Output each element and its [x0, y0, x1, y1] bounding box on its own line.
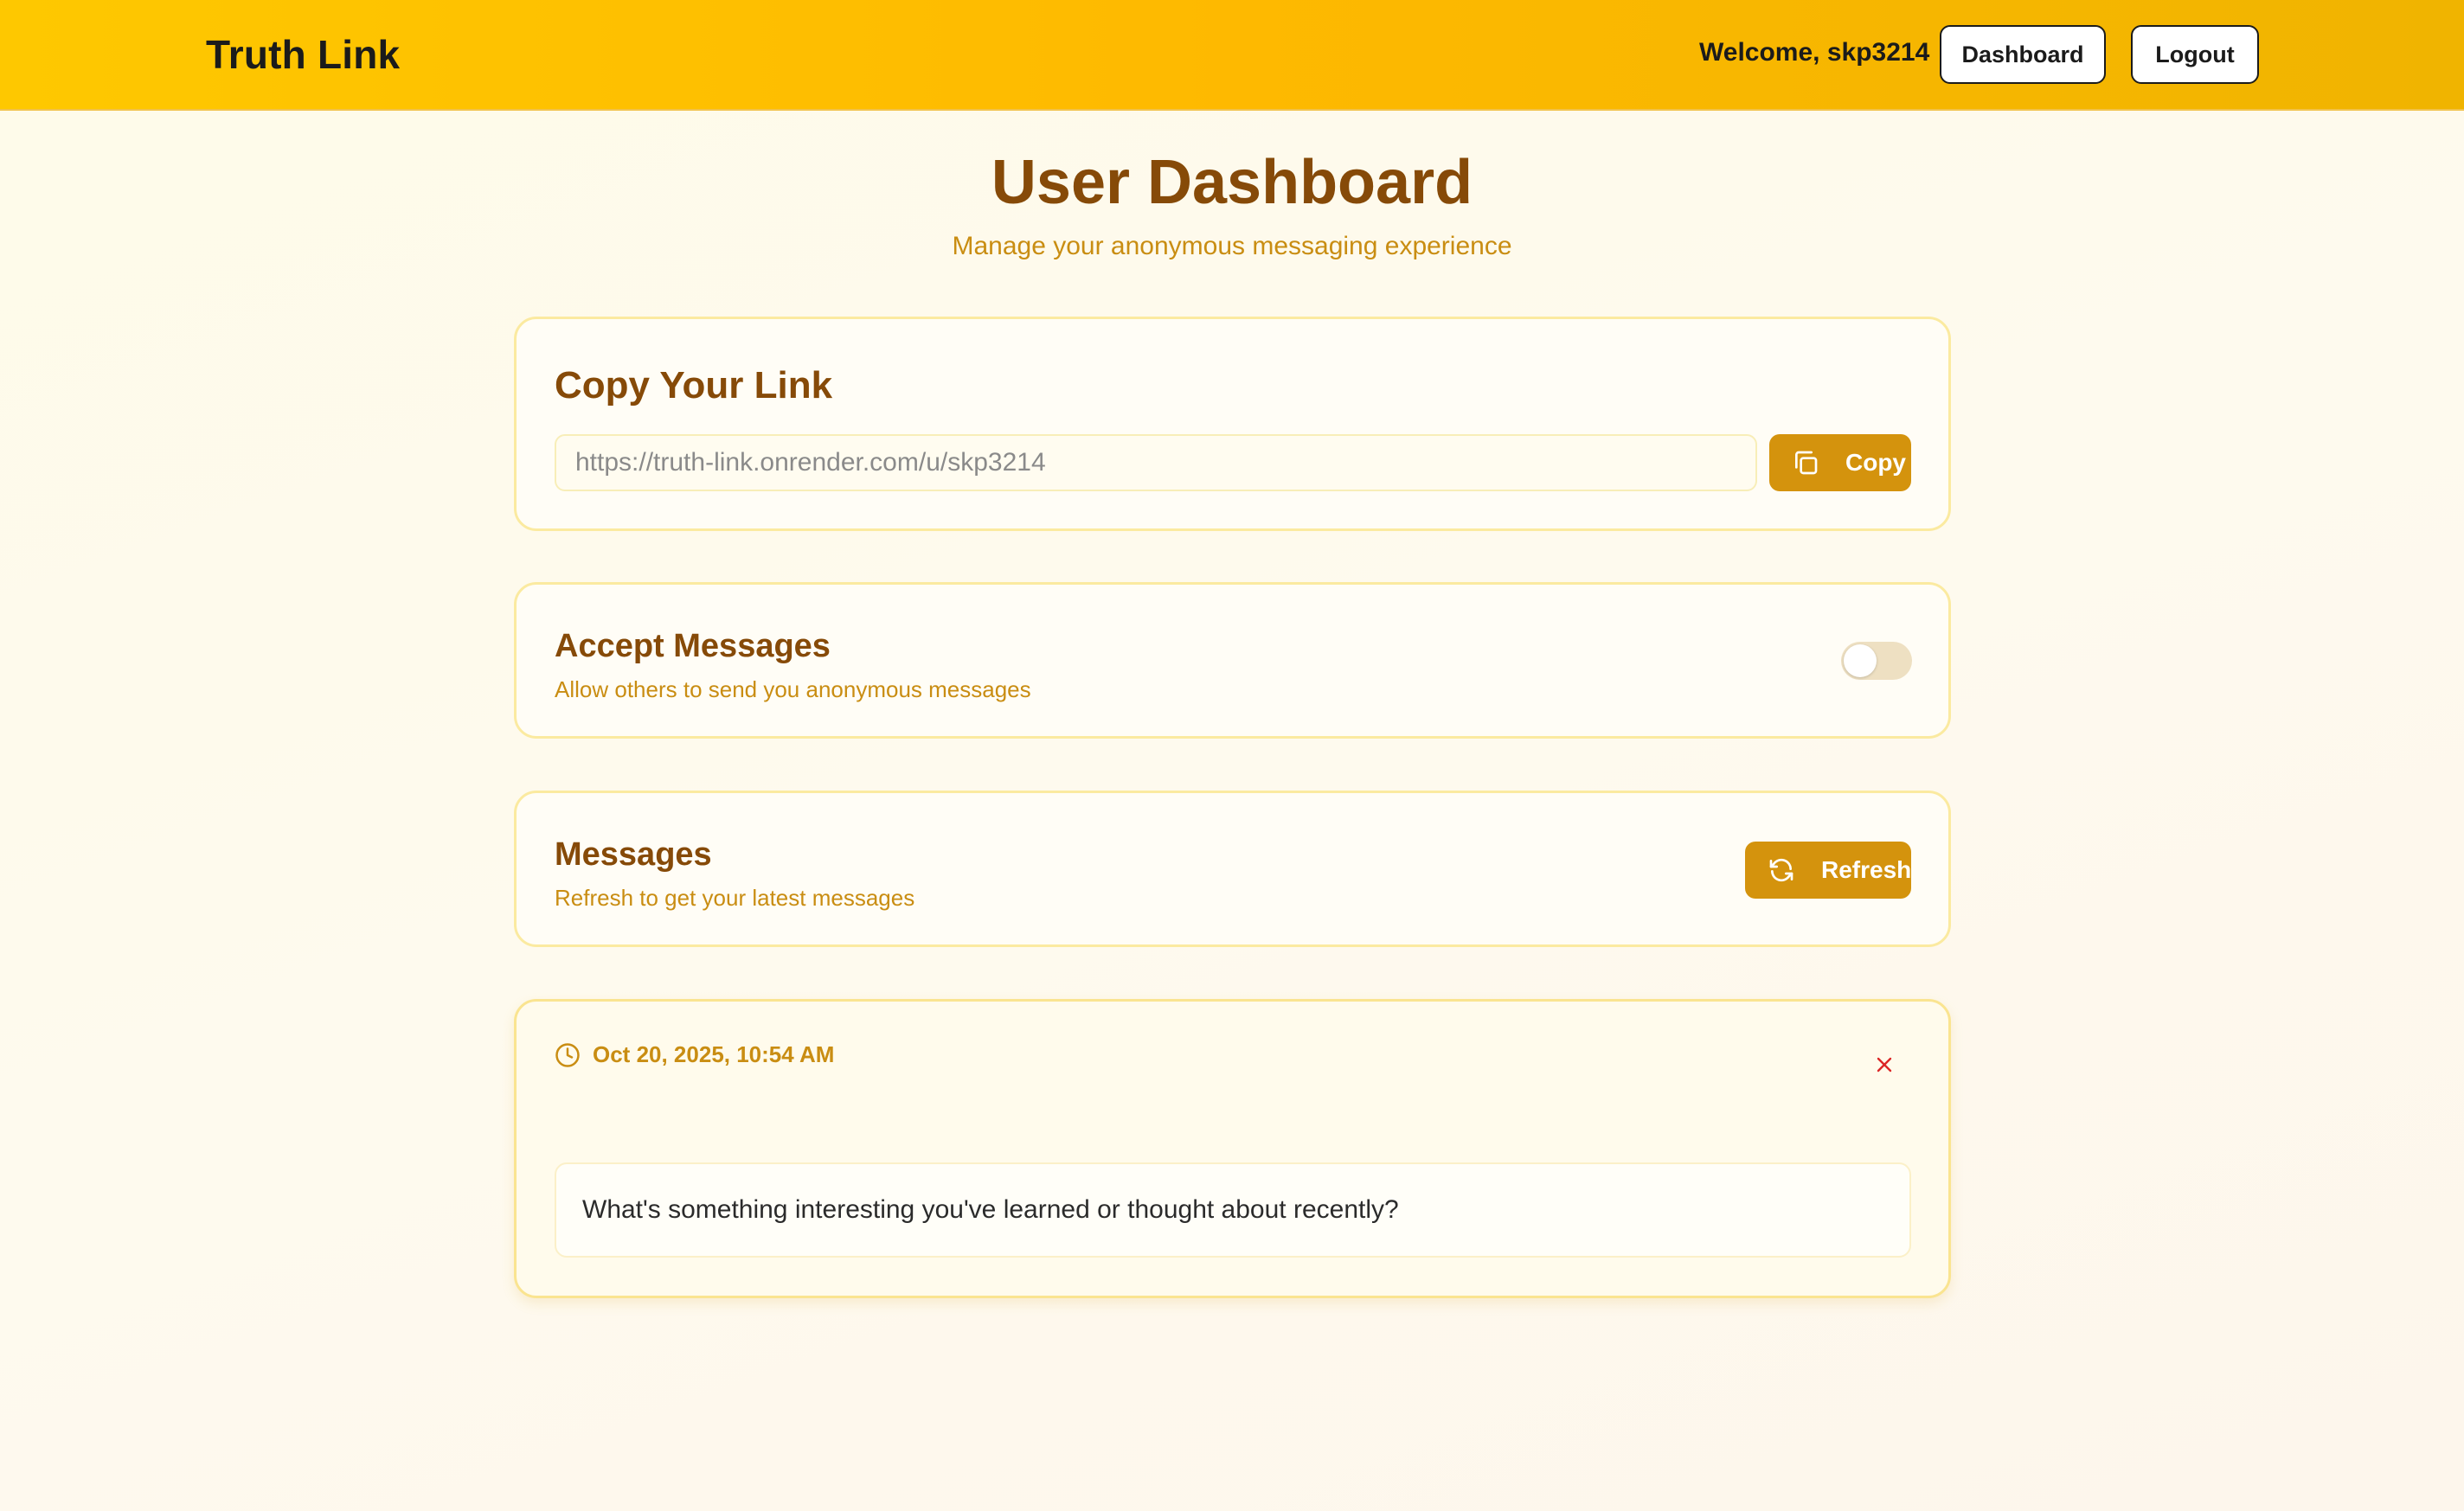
refresh-button-label: Refresh [1821, 856, 1912, 883]
copy-icon [1795, 451, 1818, 475]
copy-button-label: Copy [1845, 449, 1906, 476]
page-title: User Dashboard [991, 148, 1473, 217]
messages-title: Messages [555, 836, 712, 873]
message-text: What's something interesting you've lear… [582, 1195, 1399, 1224]
messages-card: Messages Refresh to get your latest mess… [514, 791, 1951, 947]
welcome-text: Welcome, skp3214 [1699, 38, 1930, 67]
message-meta: Oct 20, 2025, 10:54 AM [555, 1041, 834, 1068]
refresh-icon [1769, 858, 1793, 882]
toggle-knob [1844, 644, 1877, 677]
close-icon [1877, 1057, 1892, 1072]
message-date: Oct 20, 2025, 10:54 AM [593, 1041, 835, 1067]
profile-link-input[interactable] [555, 434, 1757, 491]
dashboard-button[interactable]: Dashboard [1940, 25, 2106, 84]
top-navbar: Truth Link Welcome, skp3214 Dashboard Lo… [0, 0, 2464, 111]
copy-link-heading: Copy Your Link [555, 364, 833, 407]
page-subtitle: Manage your anonymous messaging experien… [952, 232, 1512, 260]
delete-message-button[interactable] [1871, 1052, 1897, 1078]
messages-description: Refresh to get your latest messages [555, 885, 915, 911]
copy-button[interactable]: Copy [1769, 434, 1911, 491]
accept-messages-card: Accept Messages Allow others to send you… [514, 582, 1951, 739]
brand-logo-text[interactable]: Truth Link [206, 31, 400, 78]
accept-messages-description: Allow others to send you anonymous messa… [555, 676, 1031, 702]
message-content-box: What's something interesting you've lear… [555, 1162, 1911, 1258]
refresh-button[interactable]: Refresh [1745, 842, 1911, 899]
clock-icon [555, 1042, 580, 1067]
message-card: Oct 20, 2025, 10:54 AM What's something … [514, 999, 1951, 1298]
accept-messages-toggle[interactable] [1841, 642, 1912, 680]
logout-button[interactable]: Logout [2131, 25, 2259, 84]
copy-link-card: Copy Your Link Copy [514, 317, 1951, 531]
accept-messages-title: Accept Messages [555, 628, 831, 664]
